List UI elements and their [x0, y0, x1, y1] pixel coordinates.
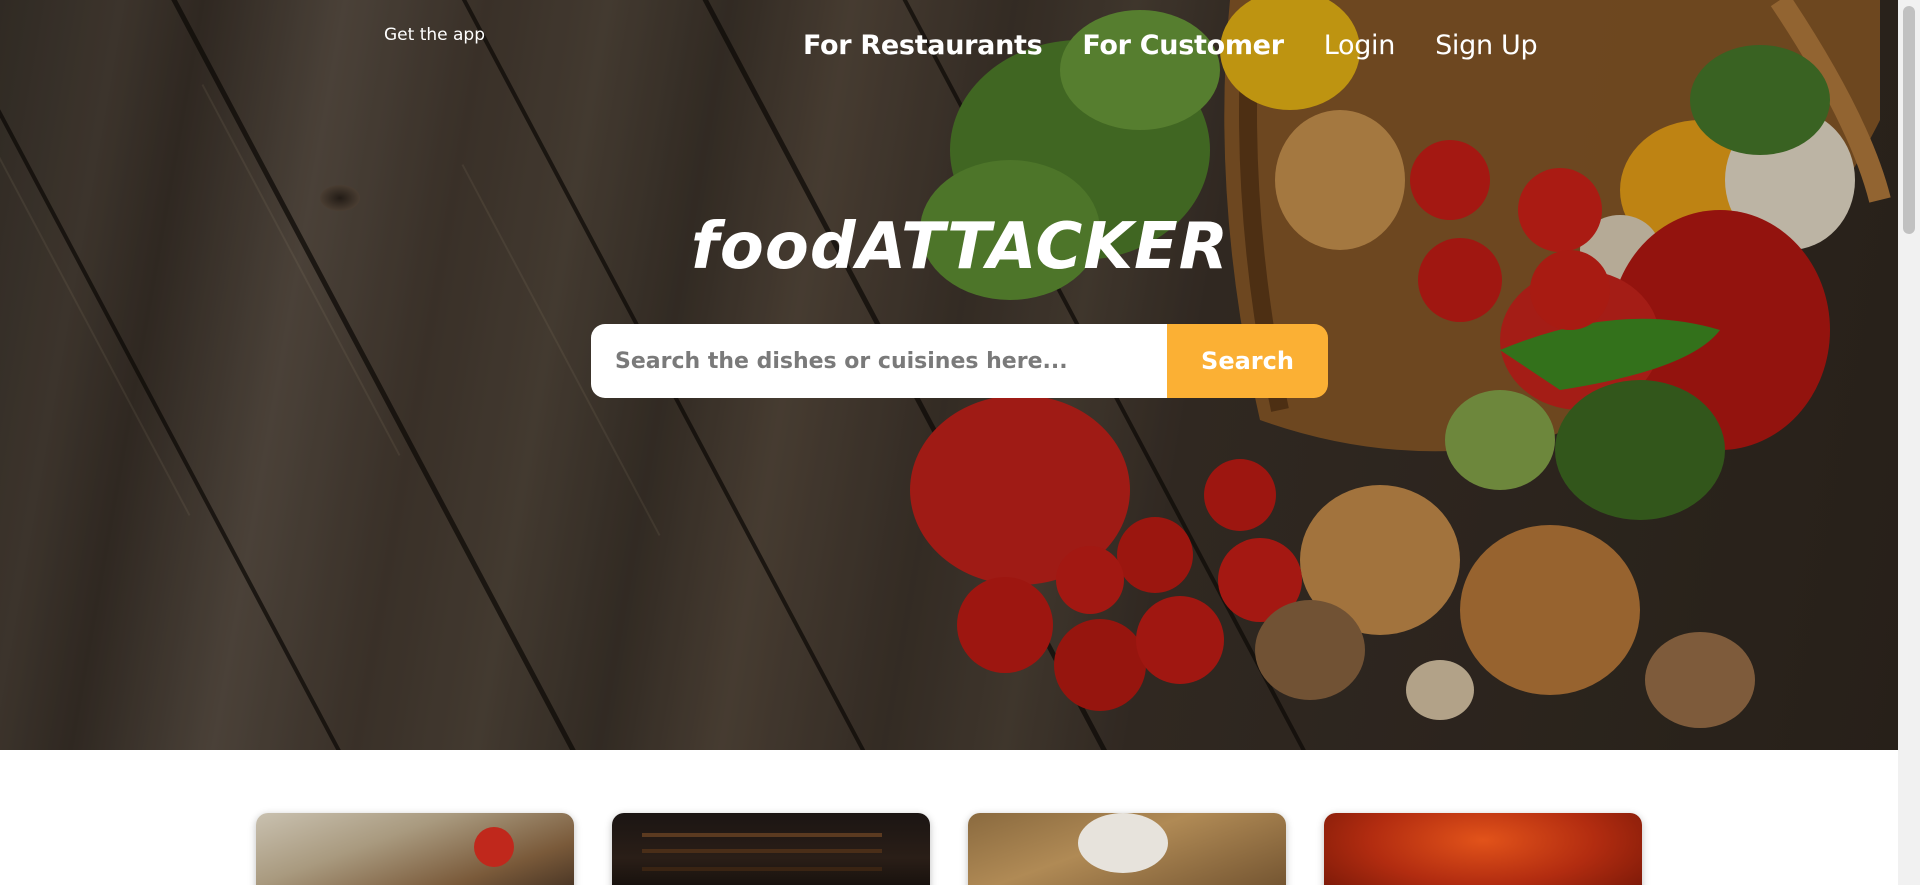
nav-for-customer[interactable]: For Customer [1082, 30, 1284, 61]
search-input[interactable] [591, 324, 1167, 398]
category-card-food[interactable] [256, 813, 574, 885]
nav-sign-up[interactable]: Sign Up [1435, 30, 1538, 61]
main-nav: For Restaurants For Customer Login Sign … [803, 30, 1538, 61]
search-button[interactable]: Search [1167, 324, 1328, 398]
nav-login[interactable]: Login [1324, 30, 1396, 61]
page-scrollbar[interactable] [1898, 0, 1920, 885]
category-card-restaurant[interactable] [612, 813, 930, 885]
get-app-link[interactable]: Get the app [384, 25, 485, 45]
brand-logo-text: foodATTACKER [691, 210, 1229, 284]
category-card-dining[interactable] [968, 813, 1286, 885]
scrollbar-thumb[interactable] [1903, 6, 1915, 234]
category-cards [256, 813, 1642, 885]
category-card-nightlife[interactable] [1324, 813, 1642, 885]
nav-for-restaurants[interactable]: For Restaurants [803, 30, 1043, 61]
search-bar: Search [591, 324, 1328, 398]
